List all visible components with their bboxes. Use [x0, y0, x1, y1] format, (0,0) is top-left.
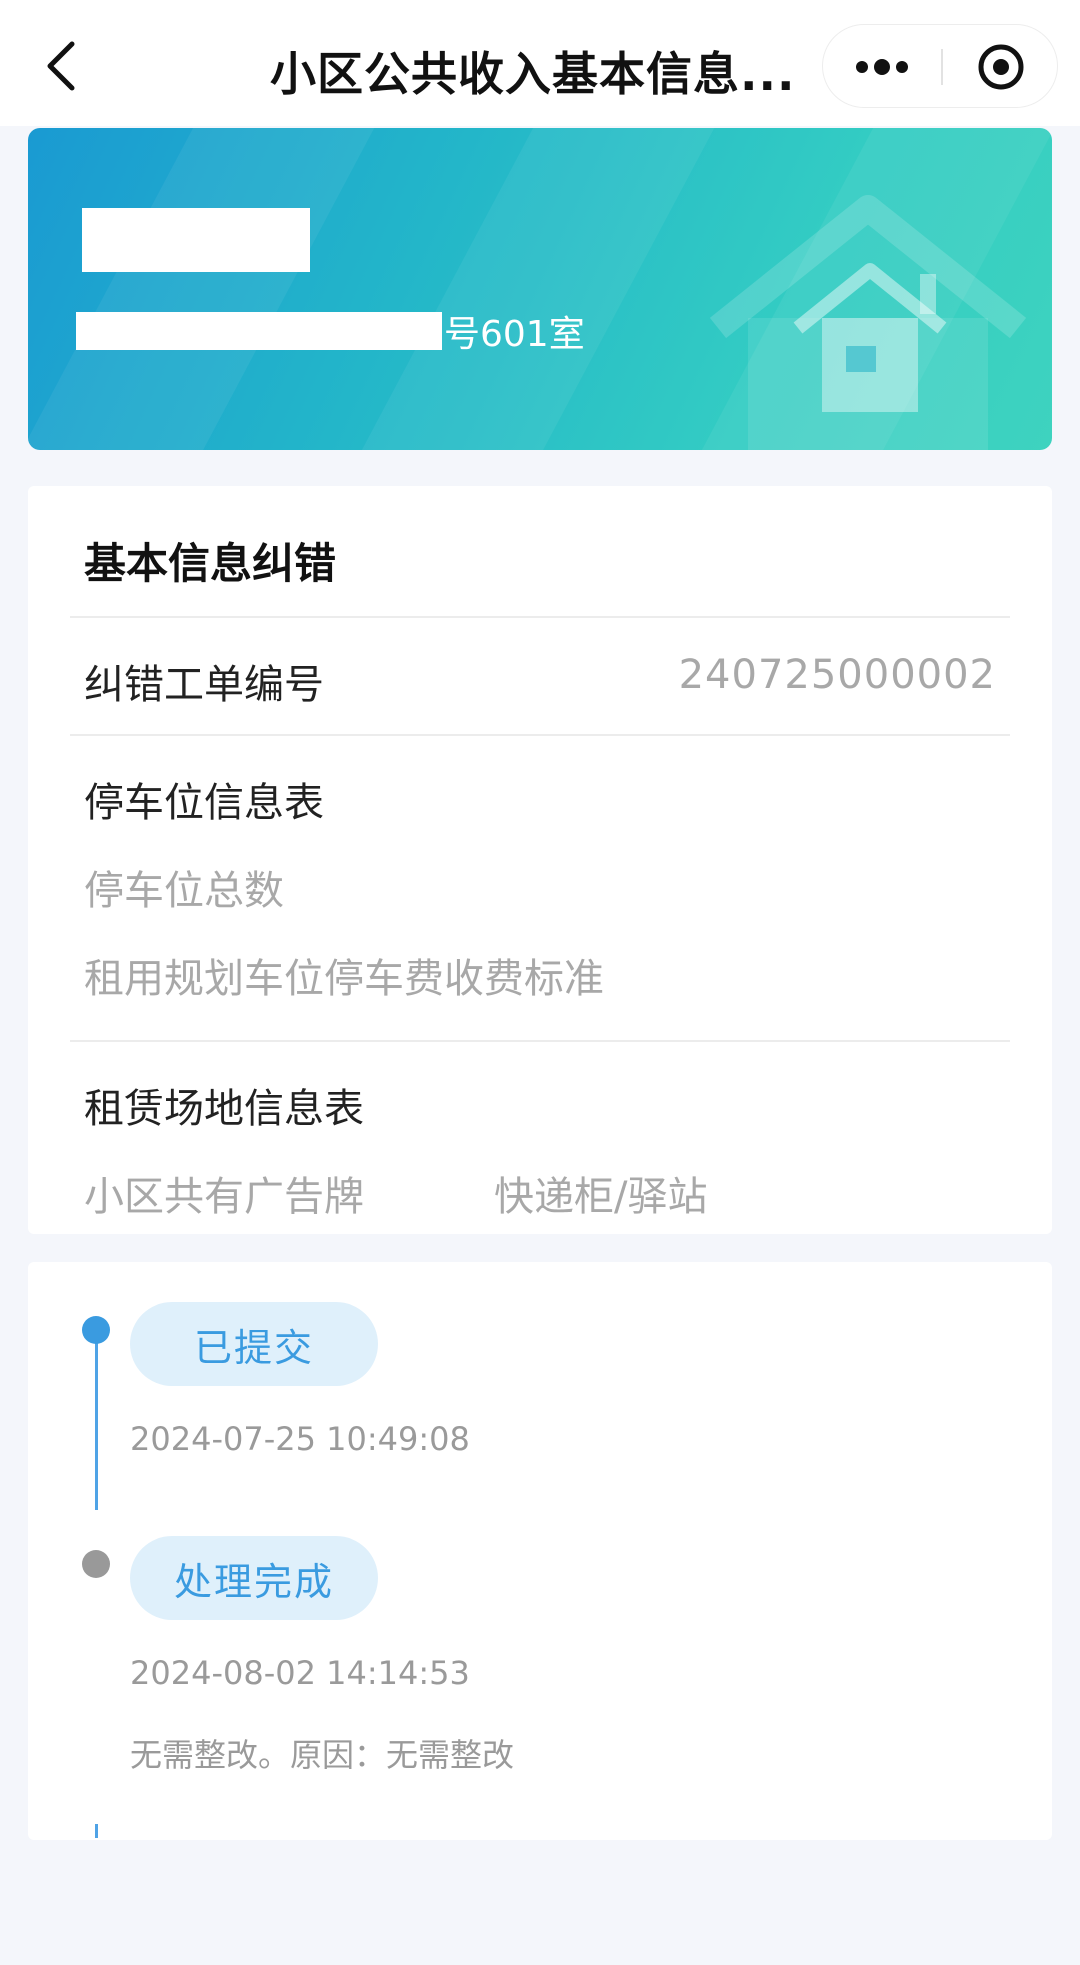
- house-banner: 号601室: [28, 128, 1052, 450]
- timeline-time: 2024-07-25 10:49:08: [130, 1420, 470, 1458]
- parking-table-title: 停车位信息表: [84, 780, 324, 826]
- target-circle-icon: [978, 44, 1024, 90]
- timeline-dot: [82, 1316, 110, 1344]
- owner-name-redacted: [82, 208, 310, 272]
- timeline-note: 无需整改。原因：无需整改: [130, 1736, 515, 1774]
- more-dots-icon: [856, 59, 908, 75]
- timeline-connector: [95, 1824, 98, 1838]
- address-suffix: 号601室: [444, 314, 585, 355]
- timeline-dot: [82, 1550, 110, 1578]
- ticket-number-label: 纠错工单编号: [84, 662, 324, 708]
- section-title: 基本信息纠错: [84, 539, 337, 588]
- divider: [70, 1040, 1010, 1042]
- status-badge: 处理完成: [130, 1536, 378, 1620]
- parking-item: 停车位总数: [84, 868, 284, 914]
- close-button[interactable]: [943, 25, 1059, 109]
- ticket-number-value: 240725000002: [678, 652, 996, 698]
- chevron-left-icon: [47, 41, 75, 91]
- more-button[interactable]: [823, 25, 941, 109]
- parking-item: 租用规划车位停车费收费标准: [84, 956, 604, 1002]
- address-redacted: [76, 312, 442, 350]
- divider: [70, 734, 1010, 736]
- page-title: 小区公共收入基本信息...: [270, 47, 796, 101]
- banner-decoration: [28, 128, 381, 450]
- mini-program-capsule: [822, 24, 1058, 108]
- lease-table-title: 租赁场地信息表: [84, 1086, 364, 1132]
- banner-decoration: [335, 128, 721, 450]
- address-row: 号601室: [76, 306, 585, 356]
- status-badge: 已提交: [130, 1302, 378, 1386]
- house-icon: [709, 195, 1027, 450]
- timeline-time: 2024-08-02 14:14:53: [130, 1654, 470, 1692]
- lease-item: 快递柜/驿站: [494, 1174, 708, 1220]
- lease-item: 小区共有广告牌: [84, 1174, 364, 1220]
- nav-bar: 小区公共收入基本信息...: [0, 0, 1080, 126]
- progress-timeline: 已提交 2024-07-25 10:49:08 处理完成 2024-08-02 …: [28, 1262, 1052, 1840]
- back-button[interactable]: [38, 36, 88, 96]
- divider: [70, 616, 1010, 618]
- info-correction-card: 基本信息纠错 纠错工单编号 240725000002 停车位信息表 停车位总数 …: [28, 486, 1052, 1234]
- timeline-connector: [95, 1330, 98, 1510]
